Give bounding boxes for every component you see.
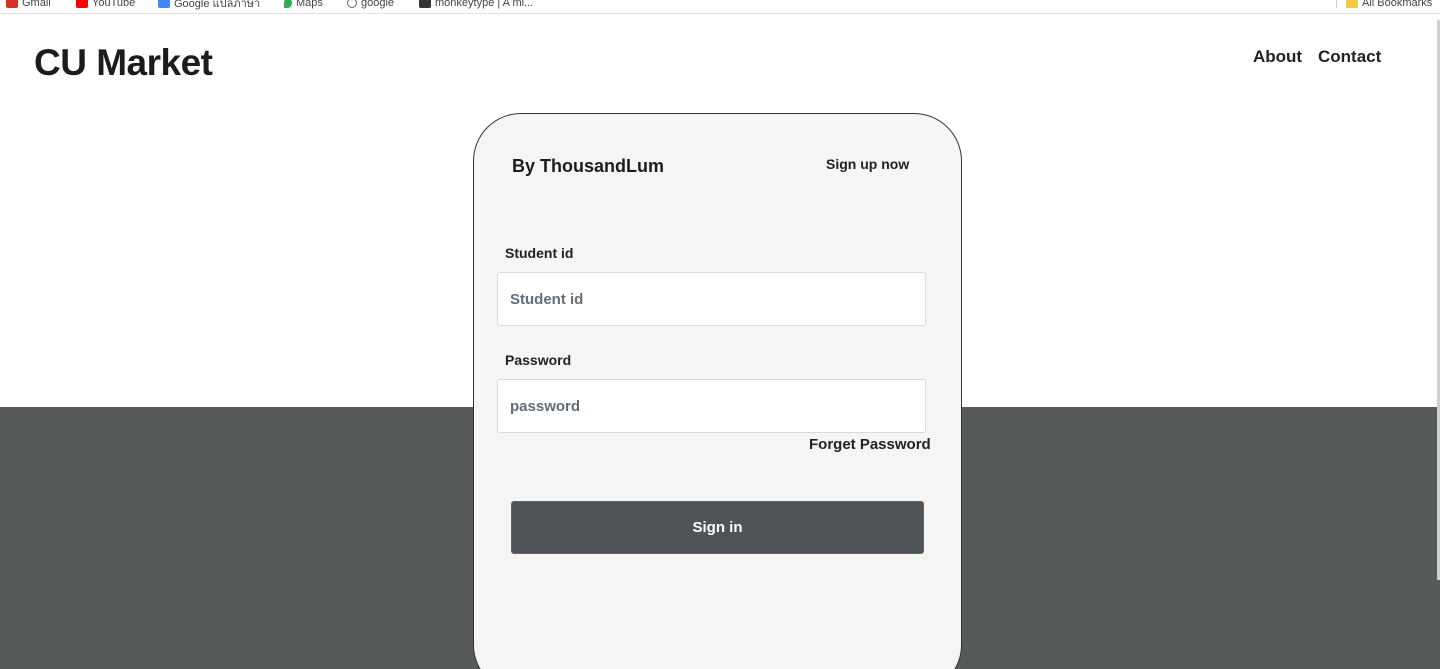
site-title: CU Market	[34, 42, 213, 83]
gmail-icon	[6, 0, 18, 8]
nav-contact[interactable]: Contact	[1318, 47, 1381, 67]
student-id-input[interactable]	[497, 272, 926, 326]
bookmark-youtube[interactable]: YouTube	[76, 0, 135, 10]
bookmark-gmail[interactable]: Gmail	[6, 0, 51, 10]
monkeytype-icon	[419, 0, 431, 8]
bookmark-maps[interactable]: Maps	[284, 0, 323, 10]
signup-link[interactable]: Sign up now	[826, 156, 909, 172]
translate-icon	[158, 0, 170, 8]
login-card: By ThousandLum Sign up now Student id Pa…	[473, 113, 962, 669]
password-label: Password	[505, 352, 572, 368]
sign-in-button[interactable]: Sign in	[511, 501, 924, 554]
bookmark-google-translate[interactable]: Google แปลภาษา	[158, 0, 260, 10]
maps-icon	[284, 0, 292, 8]
bookmark-monkeytype[interactable]: monkeytype | A mi...	[419, 0, 533, 10]
forget-password-link[interactable]: Forget Password	[809, 436, 931, 453]
bookmark-all-bookmarks[interactable]: All Bookmarks	[1346, 0, 1432, 10]
globe-icon	[347, 0, 357, 8]
card-brand: By ThousandLum	[512, 156, 664, 176]
bookmark-google[interactable]: google	[347, 0, 394, 10]
nav-about[interactable]: About	[1253, 47, 1302, 67]
bookmarks-separator	[1336, 0, 1337, 8]
bookmarks-bar: Gmail YouTube Google แปลภาษา Maps google…	[0, 0, 1440, 14]
folder-icon	[1346, 0, 1358, 8]
student-id-label: Student id	[505, 245, 574, 261]
youtube-icon	[76, 0, 88, 8]
password-input[interactable]	[497, 379, 926, 433]
